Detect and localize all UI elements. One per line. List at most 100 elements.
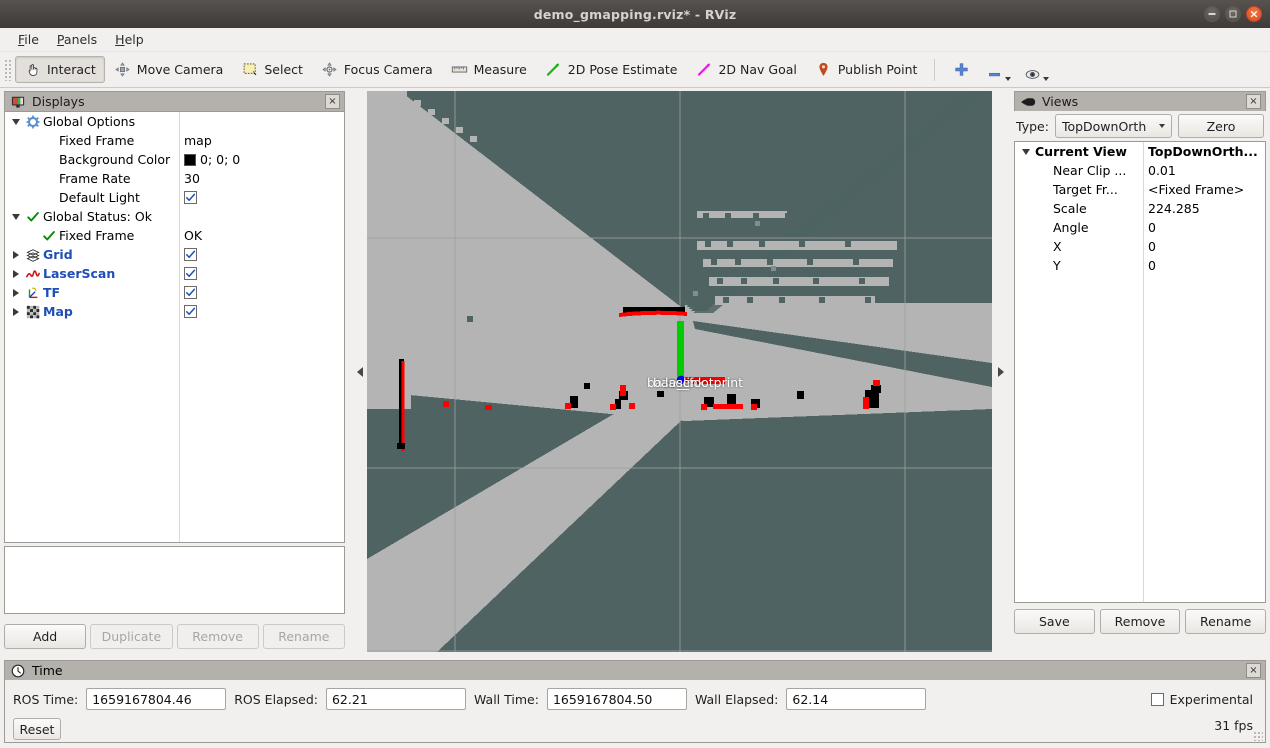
display-enabled-checkbox[interactable] (184, 267, 197, 280)
add-display-button[interactable]: Add (4, 624, 87, 649)
tool-interact[interactable]: Interact (15, 56, 105, 83)
tool-2d-pose-estimate[interactable]: 2D Pose Estimate (536, 56, 687, 83)
view-property-value[interactable]: 0.01 (1143, 163, 1265, 178)
ros-time-input[interactable]: 1659167804.46 (86, 688, 227, 710)
tool-focus-camera[interactable]: Focus Camera (312, 56, 442, 83)
save-view-button[interactable]: Save (1014, 609, 1095, 634)
resize-grip[interactable] (1253, 731, 1263, 741)
display-row-value-cell[interactable] (179, 286, 344, 299)
view-property-row[interactable]: X0 (1015, 237, 1265, 256)
tool-select[interactable]: Select (232, 56, 312, 83)
display-row-value-cell[interactable] (179, 191, 344, 204)
expand-arrow-down-icon[interactable] (9, 210, 22, 223)
expand-arrow-right-icon[interactable] (9, 286, 22, 299)
render-viewport-3d[interactable]: base_link base_footprint laser (367, 91, 992, 652)
minimize-button[interactable] (1204, 6, 1220, 22)
expand-arrow-down-icon[interactable] (1019, 145, 1032, 158)
view-property-row[interactable]: Scale 224.285 (1015, 199, 1265, 218)
expand-arrow-right-icon[interactable] (9, 248, 22, 261)
color-swatch[interactable] (184, 153, 196, 166)
menu-help[interactable]: Help (107, 30, 152, 49)
toolbar-grip[interactable] (4, 58, 12, 81)
display-row[interactable]: LaserScan (5, 264, 344, 283)
view-property-value[interactable]: <Fixed Frame> (1143, 182, 1265, 197)
rename-view-button[interactable]: Rename (1185, 609, 1267, 634)
expand-arrow-right-icon[interactable] (9, 267, 22, 280)
display-row[interactable]: Background Color 0; 0; 0 (5, 150, 344, 169)
display-row[interactable]: Global Status: Ok (5, 207, 344, 226)
display-row[interactable]: Default Light (5, 188, 344, 207)
time-close-icon[interactable]: × (1246, 663, 1261, 678)
wall-time-input[interactable]: 1659167804.50 (546, 688, 687, 710)
display-row-value-cell[interactable] (179, 248, 344, 261)
displays-tree[interactable]: Global Options Fixed Frame map Background C… (4, 111, 345, 543)
display-enabled-checkbox[interactable] (184, 248, 197, 261)
view-type-select[interactable]: TopDownOrth (1054, 114, 1172, 138)
views-properties-tree[interactable]: Current View TopDownOrth... Near Clip ... 0… (1014, 141, 1266, 603)
wall-elapsed-input[interactable]: 62.14 (786, 688, 927, 710)
display-row-value-cell[interactable] (179, 305, 344, 318)
tool-2d-nav-goal[interactable]: 2D Nav Goal (686, 56, 805, 83)
ros-elapsed-input[interactable]: 62.21 (325, 688, 466, 710)
chevron-down-icon[interactable] (1043, 77, 1050, 81)
display-row-label-cell: Fixed Frame (5, 228, 179, 243)
maximize-button[interactable] (1225, 6, 1241, 22)
experimental-checkbox[interactable] (1150, 693, 1164, 706)
view-property-value[interactable]: TopDownOrth... (1143, 144, 1265, 159)
menu-file[interactable]: File (10, 30, 47, 49)
remove-view-button[interactable]: Remove (1099, 609, 1181, 634)
view-property-value[interactable]: 224.285 (1143, 201, 1265, 216)
view-property-value[interactable]: 0 (1143, 220, 1265, 235)
views-camera-icon (1019, 93, 1037, 111)
expand-arrow-down-icon[interactable] (9, 115, 22, 128)
tool-measure[interactable]: Measure (442, 56, 536, 83)
experimental-toggle[interactable]: Experimental (1150, 692, 1253, 707)
display-enabled-checkbox[interactable] (184, 191, 197, 204)
view-property-value[interactable]: 0 (1143, 258, 1265, 273)
collapse-right-icon[interactable] (998, 366, 1004, 377)
view-property-row[interactable]: Near Clip ... 0.01 (1015, 161, 1265, 180)
rename-display-button[interactable]: Rename (262, 624, 345, 649)
tool-2d-nav-goal-label: 2D Nav Goal (718, 62, 797, 77)
reset-time-button[interactable]: Reset (13, 718, 61, 740)
display-row-value-cell[interactable]: 30 (179, 171, 344, 186)
display-enabled-checkbox[interactable] (184, 305, 197, 318)
view-property-row[interactable]: Y0 (1015, 256, 1265, 275)
tool-add-panel[interactable] (943, 56, 979, 83)
display-row[interactable]: Fixed Frame map (5, 131, 344, 150)
close-button[interactable]: × (1246, 6, 1262, 22)
collapse-left-icon[interactable] (357, 366, 363, 377)
expand-arrow-right-icon[interactable] (9, 305, 22, 318)
display-row[interactable]: Global Options (5, 112, 344, 131)
display-value: map (184, 133, 212, 148)
display-row[interactable]: Map (5, 302, 344, 321)
display-row-value-cell[interactable]: map (179, 133, 344, 148)
right-splitter-handle[interactable] (992, 91, 1010, 652)
views-close-icon[interactable]: × (1246, 94, 1261, 109)
remove-display-button[interactable]: Remove (176, 624, 259, 649)
view-property-row[interactable]: Angle 0 (1015, 218, 1265, 237)
menu-panels[interactable]: Panels (49, 30, 105, 49)
display-row[interactable]: Fixed Frame OK (5, 226, 344, 245)
display-row-value-cell[interactable]: OK (179, 228, 344, 243)
display-name: Fixed Frame (59, 228, 135, 243)
view-property-value[interactable]: 0 (1143, 239, 1265, 254)
display-row[interactable]: Grid (5, 245, 344, 264)
tool-remove-panel[interactable] (979, 56, 1017, 83)
zero-view-button[interactable]: Zero (1178, 114, 1264, 138)
display-row[interactable]: Frame Rate 30 (5, 169, 344, 188)
chevron-down-icon[interactable] (1005, 77, 1012, 81)
tool-visibility[interactable] (1017, 56, 1055, 83)
display-enabled-checkbox[interactable] (184, 286, 197, 299)
left-splitter-handle[interactable] (353, 91, 367, 652)
displays-close-icon[interactable]: × (325, 94, 340, 109)
tool-move-camera[interactable]: Move Camera (105, 56, 233, 83)
view-property-row[interactable]: Target Fr... <Fixed Frame> (1015, 180, 1265, 199)
display-row-value-cell[interactable]: 0; 0; 0 (179, 152, 344, 167)
tool-publish-point[interactable]: Publish Point (806, 56, 927, 83)
duplicate-display-button[interactable]: Duplicate (90, 624, 173, 649)
display-row-value-cell[interactable] (179, 267, 344, 280)
view-property-row[interactable]: Current View TopDownOrth... (1015, 142, 1265, 161)
display-row[interactable]: TF (5, 283, 344, 302)
time-panel-body: ROS Time: 1659167804.46 ROS Elapsed: 62.… (4, 680, 1266, 743)
